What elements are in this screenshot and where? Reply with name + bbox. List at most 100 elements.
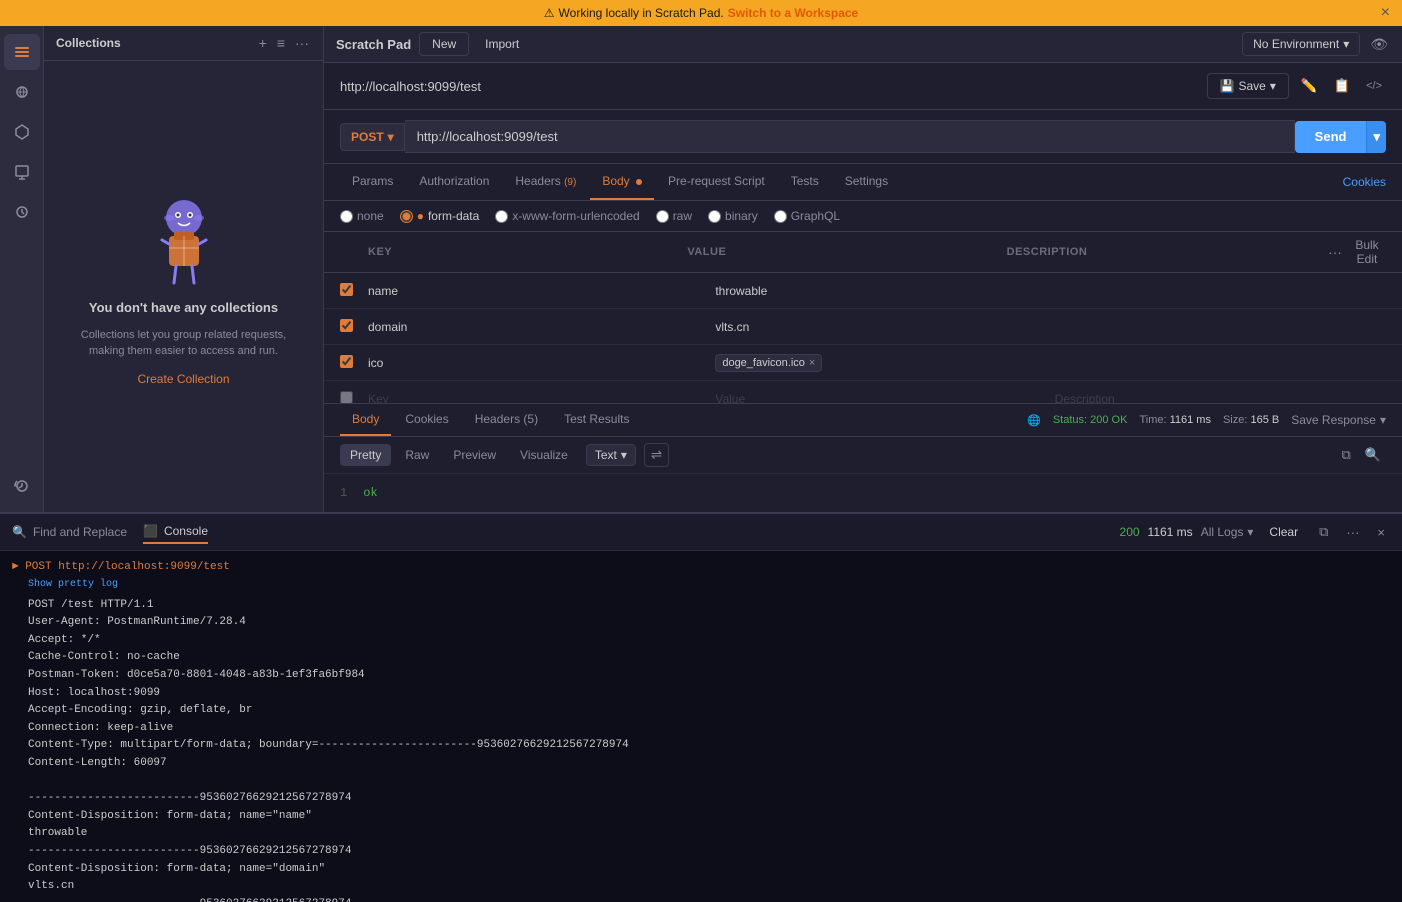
more-table-button[interactable]: ··· (1326, 238, 1344, 266)
row-4-check[interactable] (340, 391, 368, 404)
row-4-desc[interactable]: Description (1055, 392, 1386, 404)
file-name: doge_favicon.ico (722, 357, 805, 369)
chevron-down-icon: ▾ (1270, 79, 1276, 93)
console-icon: ⬛ (143, 524, 158, 538)
body-type-raw[interactable]: raw (656, 209, 692, 223)
row-3-key[interactable]: ico (368, 354, 707, 372)
sort-collections-button[interactable]: ≡ (275, 34, 287, 52)
code-icon[interactable]: </> (1362, 76, 1386, 96)
row-1-check[interactable] (340, 283, 368, 299)
response-size-label: Size: 165 B (1223, 414, 1279, 426)
edit-icon[interactable]: ✏️ (1297, 74, 1322, 98)
list-item: POST /test HTTP/1.1 (28, 597, 1390, 615)
response-tab-test-results[interactable]: Test Results (552, 404, 641, 436)
tab-settings[interactable]: Settings (833, 164, 900, 200)
clear-button[interactable]: Clear (1261, 522, 1306, 542)
all-logs-button[interactable]: All Logs ▾ (1201, 525, 1254, 539)
send-button[interactable]: Send (1295, 121, 1367, 153)
row-2-value[interactable]: vlts.cn (707, 318, 1054, 336)
format-visualize-button[interactable]: Visualize (510, 444, 578, 466)
row-3-check[interactable] (340, 355, 368, 371)
collections-header: Collections + ≡ ··· (44, 26, 323, 61)
wrap-lines-button[interactable]: ⇌ (644, 443, 669, 467)
tab-authorization[interactable]: Authorization (407, 164, 501, 200)
banner-close-button[interactable]: × (1381, 4, 1390, 22)
switch-workspace-link[interactable]: Switch to a Workspace (728, 6, 858, 20)
tab-body[interactable]: Body (590, 164, 654, 200)
body-type-binary[interactable]: binary (708, 209, 758, 223)
app-header: Scratch Pad New Import No Environment ▾ … (324, 26, 1402, 63)
response-tab-body[interactable]: Body (340, 404, 391, 436)
remove-file-button[interactable]: × (809, 357, 815, 369)
create-collection-link[interactable]: Create Collection (137, 372, 229, 386)
bulk-edit-button[interactable]: Bulk Edit (1348, 238, 1386, 266)
sidebar-item-apis[interactable] (4, 74, 40, 110)
sidebar-item-collections[interactable] (4, 34, 40, 70)
list-item: Accept-Encoding: gzip, deflate, br (28, 702, 1390, 720)
send-dropdown-button[interactable]: ▾ (1366, 121, 1386, 153)
save-button[interactable]: 💾 Save ▾ (1207, 73, 1289, 99)
list-item: Content-Disposition: form-data; name="na… (28, 808, 1390, 826)
row-4-value[interactable]: Value (707, 390, 1054, 404)
format-preview-button[interactable]: Preview (443, 444, 506, 466)
add-collection-button[interactable]: + (257, 34, 269, 52)
response-tab-cookies[interactable]: Cookies (393, 404, 460, 436)
format-pretty-button[interactable]: Pretty (340, 444, 391, 466)
format-raw-button[interactable]: Raw (395, 444, 439, 466)
mascot-illustration (134, 188, 234, 288)
row-1-value[interactable]: throwable (707, 282, 1054, 300)
find-replace-label: Find and Replace (33, 525, 127, 539)
more-console-button[interactable]: ··· (1341, 523, 1364, 542)
sidebar-item-history[interactable] (4, 468, 40, 504)
collections-empty: You don't have any collections Collectio… (44, 61, 323, 512)
warning-icon: ⚠ (544, 6, 555, 20)
eye-icon[interactable]: 👁 (1368, 34, 1390, 55)
response-tab-headers[interactable]: Headers (5) (463, 404, 550, 436)
body-type-graphql[interactable]: GraphQL (774, 209, 840, 223)
all-logs-label: All Logs (1201, 525, 1244, 539)
new-button[interactable]: New (419, 32, 469, 56)
row-1-key[interactable]: name (368, 282, 707, 300)
request-area: Scratch Pad New Import No Environment ▾ … (324, 26, 1402, 512)
body-type-urlencoded[interactable]: x-www-form-urlencoded (495, 209, 639, 223)
method-chevron-icon: ▾ (388, 130, 394, 144)
form-data-table: KEY VALUE DESCRIPTION ··· Bulk Edit name… (324, 232, 1402, 403)
console-tab[interactable]: ⬛ Console (143, 520, 208, 544)
console-actions: 200 1161 ms All Logs ▾ Clear ⧉ ··· × (1120, 522, 1390, 542)
tab-params[interactable]: Params (340, 164, 405, 200)
request-tabs: Params Authorization Headers (9) Body Pr… (324, 164, 1402, 201)
sidebar-item-monitors[interactable] (4, 194, 40, 230)
sidebar-item-mock-servers[interactable] (4, 154, 40, 190)
description-icon[interactable]: 📋 (1329, 74, 1354, 98)
search-response-button[interactable]: 🔍 (1360, 444, 1386, 466)
url-display: http://localhost:9099/test (340, 79, 1199, 94)
row-2-check[interactable] (340, 319, 368, 335)
list-item: Host: localhost:9099 (28, 685, 1390, 703)
import-button[interactable]: Import (477, 33, 527, 55)
more-collections-button[interactable]: ··· (293, 34, 311, 52)
sidebar-item-environments[interactable] (4, 114, 40, 150)
url-input[interactable] (405, 120, 1295, 153)
method-selector[interactable]: POST ▾ (340, 123, 405, 151)
body-type-form-data[interactable]: ● form-data (400, 209, 480, 223)
tab-tests[interactable]: Tests (779, 164, 831, 200)
find-replace-tab[interactable]: 🔍 Find and Replace (12, 521, 127, 543)
cookies-link[interactable]: Cookies (1343, 175, 1386, 189)
save-response-button[interactable]: Save Response ▾ (1291, 413, 1386, 427)
history-icon (14, 478, 30, 494)
response-actions: ⧉ 🔍 (1337, 444, 1386, 466)
tab-headers[interactable]: Headers (9) (503, 164, 588, 200)
save-label: Save (1238, 79, 1265, 93)
row-2-key[interactable]: domain (368, 318, 707, 336)
list-item: --------------------------95360276629212… (28, 843, 1390, 861)
tab-pre-request-script[interactable]: Pre-request Script (656, 164, 777, 200)
environment-selector[interactable]: No Environment ▾ (1242, 32, 1360, 56)
text-type-selector[interactable]: Text ▾ (586, 444, 636, 466)
copy-console-button[interactable]: ⧉ (1314, 522, 1333, 542)
body-type-none[interactable]: none (340, 209, 384, 223)
row-4-key[interactable]: Key (368, 390, 707, 404)
close-console-button[interactable]: × (1372, 523, 1390, 542)
copy-response-button[interactable]: ⧉ (1337, 444, 1356, 466)
show-pretty-log-link[interactable]: Show pretty log (28, 579, 118, 590)
response-meta: 🌐 Status: 200 OK Time: 1161 ms Size: 165… (1027, 413, 1386, 427)
